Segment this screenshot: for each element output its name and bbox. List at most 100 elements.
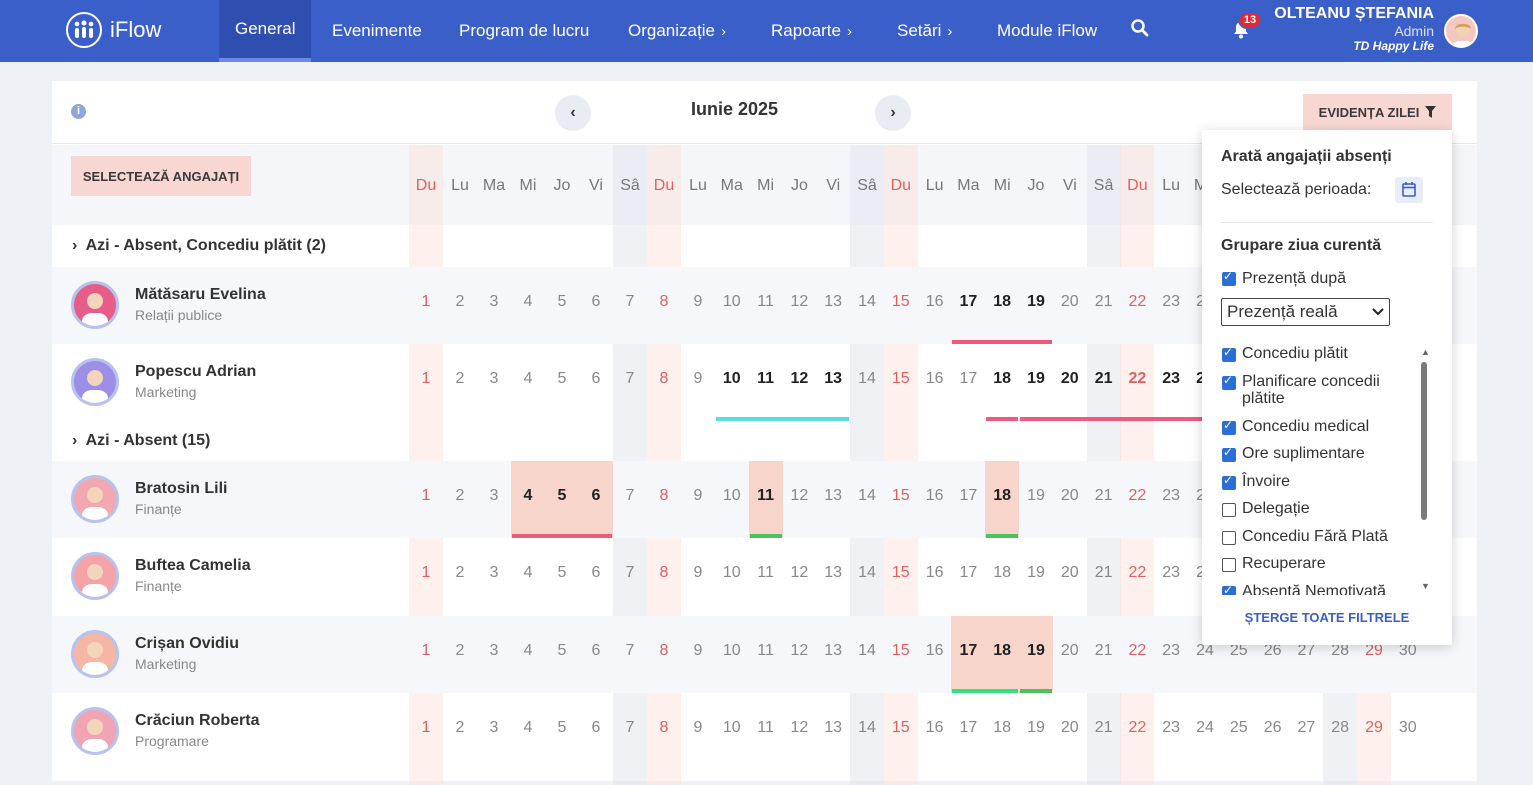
day-cell[interactable]: 29: [1357, 719, 1391, 737]
option-label[interactable]: Recuperare: [1242, 555, 1326, 573]
day-cell[interactable]: 16: [918, 293, 952, 311]
day-cell[interactable]: 21: [1087, 719, 1121, 737]
day-cell[interactable]: 1: [409, 642, 443, 660]
day-cell[interactable]: 4: [511, 719, 545, 737]
previous-month-button[interactable]: ‹: [555, 95, 591, 131]
day-cell[interactable]: 18: [985, 487, 1019, 505]
day-cell[interactable]: 6: [579, 642, 613, 660]
day-cell[interactable]: 16: [918, 487, 952, 505]
day-cell[interactable]: 14: [850, 487, 884, 505]
day-cell[interactable]: 14: [850, 370, 884, 388]
day-cell[interactable]: 8: [647, 293, 681, 311]
day-cell[interactable]: 10: [715, 487, 749, 505]
day-cell[interactable]: 9: [681, 293, 715, 311]
day-cell[interactable]: 7: [613, 642, 647, 660]
day-cell[interactable]: 19: [1019, 719, 1053, 737]
day-cell[interactable]: 6: [579, 487, 613, 505]
option-label[interactable]: Delegație: [1242, 500, 1310, 518]
day-cell[interactable]: 14: [850, 293, 884, 311]
day-cell[interactable]: 8: [647, 642, 681, 660]
day-cell[interactable]: 15: [884, 487, 918, 505]
day-cell[interactable]: 3: [477, 487, 511, 505]
day-cell[interactable]: 22: [1120, 719, 1154, 737]
nav-setari[interactable]: Setări ›: [897, 0, 952, 62]
day-cell[interactable]: 20: [1053, 642, 1087, 660]
option-checkbox[interactable]: ✓: [1222, 473, 1236, 490]
day-cell[interactable]: 12: [782, 370, 816, 388]
option-checkbox[interactable]: ✓: [1222, 345, 1236, 362]
option-checkbox[interactable]: ✓: [1222, 445, 1236, 462]
day-cell[interactable]: 22: [1120, 642, 1154, 660]
day-cell[interactable]: 18: [985, 293, 1019, 311]
option-checkbox[interactable]: ✓: [1222, 583, 1236, 595]
option-checkbox[interactable]: [1222, 530, 1236, 545]
evidenta-zilei-button[interactable]: EVIDENȚA ZILEI: [1303, 94, 1452, 130]
day-cell[interactable]: 23: [1154, 642, 1188, 660]
day-cell[interactable]: 12: [782, 642, 816, 660]
group-header-absent-paid[interactable]: › Azi - Absent, Concediu plătit (2): [72, 237, 326, 255]
day-cell[interactable]: 19: [1019, 370, 1053, 388]
day-cell[interactable]: 10: [715, 293, 749, 311]
employee-name[interactable]: Mătăsaru Evelina: [135, 286, 266, 304]
day-cell[interactable]: 13: [816, 293, 850, 311]
day-cell[interactable]: 15: [884, 293, 918, 311]
employee-name[interactable]: Crișan Ovidiu: [135, 635, 239, 653]
day-cell[interactable]: 27: [1289, 719, 1323, 737]
employee-name[interactable]: Buftea Camelia: [135, 557, 251, 575]
day-cell[interactable]: 24: [1188, 719, 1222, 737]
day-cell[interactable]: 21: [1087, 564, 1121, 582]
day-cell[interactable]: 13: [816, 642, 850, 660]
scroll-up-icon[interactable]: ▲: [1421, 347, 1430, 357]
table-row[interactable]: Crăciun Roberta Programare 1 2 3 4 5 6 7 8 9 10 11 12…: [52, 693, 1477, 770]
day-cell[interactable]: 23: [1154, 719, 1188, 737]
day-cell[interactable]: 22: [1120, 564, 1154, 582]
calendar-picker-button[interactable]: [1395, 177, 1423, 203]
option-checkbox[interactable]: [1222, 558, 1236, 572]
option-label[interactable]: Ore suplimentare: [1242, 445, 1365, 463]
day-cell[interactable]: 8: [647, 719, 681, 737]
day-cell[interactable]: 5: [545, 564, 579, 582]
day-cell[interactable]: 18: [985, 564, 1019, 582]
select-employees-button[interactable]: SELECTEAZĂ ANGAJAȚI: [71, 156, 251, 196]
option-checkbox[interactable]: ✓: [1222, 418, 1236, 435]
option-label[interactable]: Învoire: [1242, 473, 1290, 491]
day-cell[interactable]: 10: [715, 719, 749, 737]
day-cell[interactable]: 4: [511, 487, 545, 505]
day-cell[interactable]: 3: [477, 564, 511, 582]
day-cell[interactable]: 13: [816, 719, 850, 737]
avatar[interactable]: [71, 475, 119, 523]
employee-name[interactable]: Crăciun Roberta: [135, 712, 259, 730]
scroll-down-icon[interactable]: ▼: [1421, 581, 1430, 591]
day-cell[interactable]: 16: [918, 564, 952, 582]
day-cell[interactable]: 6: [579, 719, 613, 737]
day-cell[interactable]: 6: [579, 564, 613, 582]
day-cell[interactable]: 1: [409, 564, 443, 582]
day-cell[interactable]: 11: [749, 719, 783, 737]
day-cell[interactable]: 20: [1053, 293, 1087, 311]
presence-select[interactable]: Prezență reală: [1221, 298, 1390, 326]
avatar[interactable]: [71, 552, 119, 600]
day-cell[interactable]: 17: [951, 642, 985, 660]
day-cell[interactable]: 1: [409, 719, 443, 737]
option-label[interactable]: Concediu Fără Plată: [1242, 528, 1388, 546]
day-cell[interactable]: 15: [884, 642, 918, 660]
day-cell[interactable]: 9: [681, 719, 715, 737]
day-cell[interactable]: 23: [1154, 293, 1188, 311]
avatar[interactable]: [71, 281, 119, 329]
day-cell[interactable]: 20: [1053, 487, 1087, 505]
day-cell[interactable]: 11: [749, 487, 783, 505]
day-cell[interactable]: 21: [1087, 293, 1121, 311]
day-cell[interactable]: 23: [1154, 370, 1188, 388]
day-cell[interactable]: 3: [477, 293, 511, 311]
day-cell[interactable]: 19: [1019, 642, 1053, 660]
day-cell[interactable]: 7: [613, 719, 647, 737]
day-cell[interactable]: 1: [409, 293, 443, 311]
day-cell[interactable]: 21: [1087, 370, 1121, 388]
day-cell[interactable]: 12: [782, 564, 816, 582]
user-info[interactable]: OLTEANU ȘTEFANIA Admin TD Happy Life: [1274, 5, 1434, 53]
day-cell[interactable]: 16: [918, 719, 952, 737]
presence-checkbox[interactable]: ✓: [1222, 269, 1236, 286]
day-cell[interactable]: 20: [1053, 370, 1087, 388]
employee-name[interactable]: Bratosin Lili: [135, 480, 227, 498]
nav-module-iflow[interactable]: Module iFlow: [997, 0, 1097, 62]
